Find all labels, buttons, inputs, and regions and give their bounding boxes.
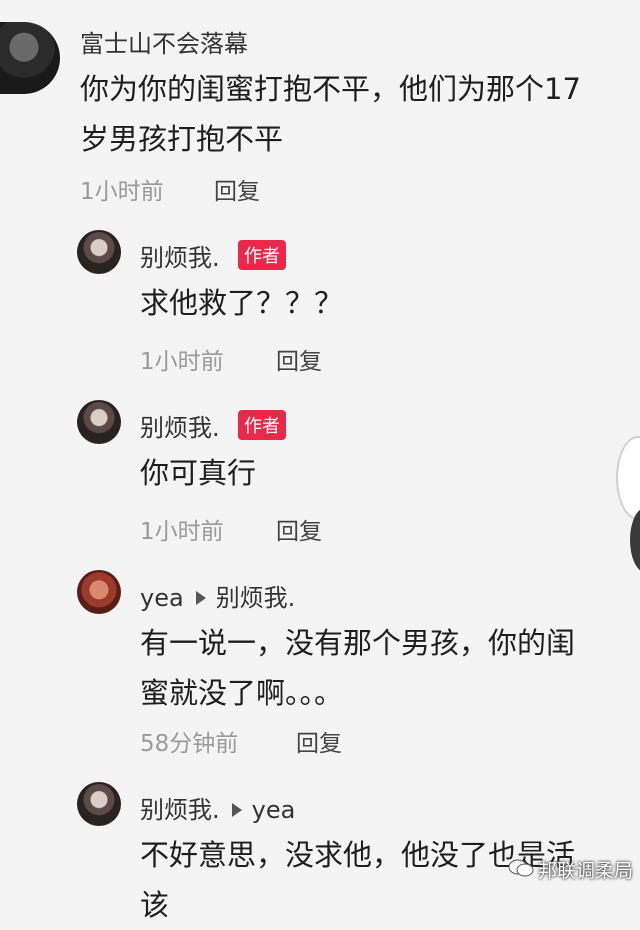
comment-text: 你可真行 [140, 456, 257, 490]
comment-line: 有一说一，没有那个男孩，你的闺 [140, 626, 576, 660]
comment-line: 你为你的闺蜜打抱不平，他们为那个17 [80, 72, 581, 106]
reply-header: 别烦我. yea [140, 790, 295, 825]
comment-line: 蜜就没了啊。。。 [140, 676, 344, 710]
username[interactable]: 别烦我. [140, 238, 220, 273]
comment-line: 该 [140, 888, 170, 922]
reply-button[interactable]: 回复 [276, 512, 322, 546]
username[interactable]: 富士山不会落幕 [80, 24, 248, 59]
author-badge: 作者 [238, 240, 286, 270]
wechat-icon [508, 859, 534, 877]
reply-button[interactable]: 回复 [214, 172, 260, 206]
watermark-text: 邦联调柔局 [538, 860, 634, 882]
avatar[interactable] [77, 782, 121, 826]
edge-avatar-icon [616, 436, 640, 520]
reply-button[interactable]: 回复 [296, 724, 342, 758]
comment-line: 岁男孩打抱不平 [80, 122, 284, 156]
comment-text: 求他救了？？？ [140, 286, 344, 320]
avatar[interactable] [77, 230, 121, 274]
reply-header: yea 别烦我. [140, 578, 295, 613]
reply-arrow-icon [195, 591, 206, 605]
comment-text: 你为你的闺蜜打抱不平，他们为那个17 岁男孩打抱不平 [80, 64, 640, 164]
username[interactable]: yea [140, 584, 184, 612]
comment-text: 有一说一，没有那个男孩，你的闺 蜜就没了啊。。。 [140, 618, 630, 718]
avatar[interactable] [0, 22, 60, 94]
avatar[interactable] [77, 400, 121, 444]
username[interactable]: 别烦我. [140, 796, 220, 824]
avatar[interactable] [77, 570, 121, 614]
timestamp: 58分钟前 [140, 731, 239, 757]
timestamp: 1小时前 [140, 349, 224, 375]
reply-arrow-icon [231, 803, 242, 817]
username[interactable]: 别烦我. [140, 408, 220, 443]
author-badge: 作者 [238, 410, 286, 440]
timestamp: 1小时前 [80, 179, 164, 205]
reply-button[interactable]: 回复 [276, 342, 322, 376]
reply-to-username[interactable]: 别烦我. [216, 584, 296, 612]
timestamp: 1小时前 [140, 519, 224, 545]
reply-to-username[interactable]: yea [252, 796, 296, 824]
